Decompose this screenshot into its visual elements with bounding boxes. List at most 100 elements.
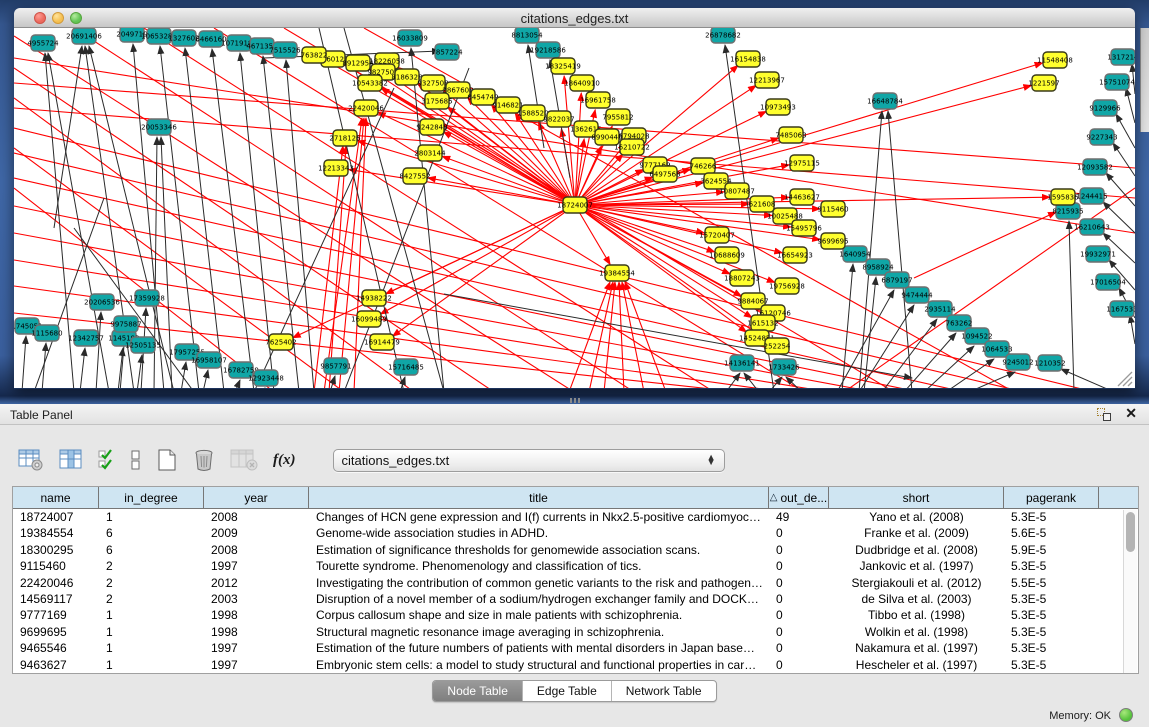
cell-title[interactable]: Embryonic stem cells: a model to study s… <box>309 657 769 673</box>
column-header-short[interactable]: short <box>829 487 1004 509</box>
cell-out_de[interactable]: 49 <box>769 509 829 525</box>
show-column-icon[interactable] <box>59 449 83 471</box>
window-resize-grip-icon[interactable] <box>1123 377 1132 386</box>
cell-short[interactable]: Franke et al. (2009) <box>829 525 1004 541</box>
cell-name[interactable]: 9465546 <box>13 640 99 656</box>
select-all-icon[interactable] <box>98 449 116 471</box>
tab-node-table[interactable]: Node Table <box>433 681 523 701</box>
cell-name[interactable]: 9777169 <box>13 607 99 623</box>
column-header-year[interactable]: year <box>204 487 309 509</box>
table-row[interactable]: 1830029562008Estimation of significance … <box>13 542 1138 558</box>
column-header-in_degree[interactable]: in_degree <box>99 487 204 509</box>
cell-title[interactable]: Genome-wide association studies in ADHD. <box>309 525 769 541</box>
cell-pagerank[interactable]: 5.6E-5 <box>1004 525 1099 541</box>
create-column-icon[interactable] <box>156 448 178 472</box>
network-canvas[interactable]: 4955724206914062049719106532871327602646… <box>14 28 1135 388</box>
cell-title[interactable]: Estimation of significance thresholds fo… <box>309 542 769 558</box>
cell-name[interactable]: 19384554 <box>13 525 99 541</box>
cell-out_de[interactable]: 0 <box>769 525 829 541</box>
cell-short[interactable]: Yano et al. (2008) <box>829 509 1004 525</box>
cell-title[interactable]: Structural magnetic resonance image aver… <box>309 624 769 640</box>
cell-year[interactable]: 2003 <box>204 591 309 607</box>
attribute-table[interactable]: namein_degreeyeartitle△out_de...shortpag… <box>12 486 1139 674</box>
function-builder-icon[interactable]: f(x) <box>273 452 296 469</box>
cell-year[interactable]: 2008 <box>204 542 309 558</box>
cell-in_degree[interactable]: 2 <box>99 558 204 574</box>
cell-name[interactable]: 9463627 <box>13 657 99 673</box>
scrollbar-thumb[interactable] <box>1126 512 1135 552</box>
cell-short[interactable]: de Silva et al. (2003) <box>829 591 1004 607</box>
cell-title[interactable]: Tourette syndrome. Phenomenology and cla… <box>309 558 769 574</box>
cell-pagerank[interactable]: 5.3E-5 <box>1004 607 1099 623</box>
cell-in_degree[interactable]: 1 <box>99 607 204 623</box>
cell-short[interactable]: Wolkin et al. (1998) <box>829 624 1004 640</box>
table-row[interactable]: 911546021997Tourette syndrome. Phenomeno… <box>13 558 1138 574</box>
cell-pagerank[interactable]: 5.3E-5 <box>1004 591 1099 607</box>
citation-network-graph[interactable]: 4955724206914062049719106532871327602646… <box>14 28 1135 388</box>
table-row[interactable]: 2242004622012Investigating the contribut… <box>13 575 1138 591</box>
cell-short[interactable]: Dudbridge et al. (2008) <box>829 542 1004 558</box>
cell-title[interactable]: Investigating the contribution of common… <box>309 575 769 591</box>
cell-name[interactable]: 18300295 <box>13 542 99 558</box>
cell-in_degree[interactable]: 6 <box>99 525 204 541</box>
cell-out_de[interactable]: 0 <box>769 575 829 591</box>
cell-out_de[interactable]: 0 <box>769 624 829 640</box>
cell-name[interactable]: 22420046 <box>13 575 99 591</box>
cell-name[interactable]: 14569117 <box>13 591 99 607</box>
cell-in_degree[interactable]: 1 <box>99 624 204 640</box>
cell-short[interactable]: Hescheler et al. (1997) <box>829 657 1004 673</box>
network-view-window[interactable]: citations_edges.txt 49557242069140620497… <box>14 8 1135 389</box>
cell-year[interactable]: 1998 <box>204 624 309 640</box>
vertical-scrollbar[interactable] <box>1123 510 1137 673</box>
cell-pagerank[interactable]: 5.5E-5 <box>1004 575 1099 591</box>
cell-pagerank[interactable]: 5.9E-5 <box>1004 542 1099 558</box>
cell-out_de[interactable]: 0 <box>769 542 829 558</box>
cell-pagerank[interactable]: 5.3E-5 <box>1004 640 1099 656</box>
cell-short[interactable]: Stergiakouli et al. (2012) <box>829 575 1004 591</box>
memory-status-icon[interactable] <box>1119 708 1133 722</box>
panel-splitter[interactable] <box>0 392 1149 404</box>
cell-in_degree[interactable]: 2 <box>99 575 204 591</box>
cell-name[interactable]: 9699695 <box>13 624 99 640</box>
table-row[interactable]: 946554611997Estimation of the future num… <box>13 640 1138 656</box>
cell-title[interactable]: Corpus callosum shape and size in male p… <box>309 607 769 623</box>
table-row[interactable]: 977716911998Corpus callosum shape and si… <box>13 607 1138 623</box>
cell-title[interactable]: Changes of HCN gene expression and I(f) … <box>309 509 769 525</box>
cell-short[interactable]: Jankovic et al. (1997) <box>829 558 1004 574</box>
table-row[interactable]: 1938455462009Genome-wide association stu… <box>13 525 1138 541</box>
network-window-titlebar[interactable]: citations_edges.txt <box>14 8 1135 28</box>
window-resize-grip-icon[interactable] <box>1128 382 1132 386</box>
table-row[interactable]: 946362711997Embryonic stem cells: a mode… <box>13 657 1138 673</box>
table-source-dropdown[interactable]: citations_edges.txt ▲▼ <box>333 449 725 472</box>
cell-year[interactable]: 1997 <box>204 657 309 673</box>
splitter-grip-icon[interactable] <box>570 398 580 403</box>
cell-year[interactable]: 2008 <box>204 509 309 525</box>
tab-network-table[interactable]: Network Table <box>612 681 716 701</box>
cell-out_de[interactable]: 0 <box>769 558 829 574</box>
cell-name[interactable]: 9115460 <box>13 558 99 574</box>
cell-year[interactable]: 2012 <box>204 575 309 591</box>
cell-year[interactable]: 2009 <box>204 525 309 541</box>
column-header-title[interactable]: title <box>309 487 769 509</box>
delete-column-icon[interactable] <box>193 448 215 472</box>
cell-pagerank[interactable]: 5.3E-5 <box>1004 624 1099 640</box>
cell-in_degree[interactable]: 6 <box>99 542 204 558</box>
column-header-pagerank[interactable]: pagerank <box>1004 487 1099 509</box>
cell-in_degree[interactable]: 2 <box>99 591 204 607</box>
cell-title[interactable]: Estimation of the future numbers of pati… <box>309 640 769 656</box>
cell-in_degree[interactable]: 1 <box>99 657 204 673</box>
cell-in_degree[interactable]: 1 <box>99 509 204 525</box>
cell-year[interactable]: 1997 <box>204 558 309 574</box>
cell-out_de[interactable]: 0 <box>769 591 829 607</box>
cell-pagerank[interactable]: 5.3E-5 <box>1004 558 1099 574</box>
cell-year[interactable]: 1998 <box>204 607 309 623</box>
cell-out_de[interactable]: 0 <box>769 640 829 656</box>
cell-out_de[interactable]: 0 <box>769 607 829 623</box>
cell-out_de[interactable]: 0 <box>769 657 829 673</box>
cell-title[interactable]: Disruption of a novel member of a sodium… <box>309 591 769 607</box>
table-row[interactable]: 1456911722003Disruption of a novel membe… <box>13 591 1138 607</box>
table-row[interactable]: 969969511998Structural magnetic resonanc… <box>13 624 1138 640</box>
table-row[interactable]: 1872400712008Changes of HCN gene express… <box>13 509 1138 525</box>
cell-year[interactable]: 1997 <box>204 640 309 656</box>
close-panel-icon[interactable]: ✕ <box>1125 405 1137 422</box>
